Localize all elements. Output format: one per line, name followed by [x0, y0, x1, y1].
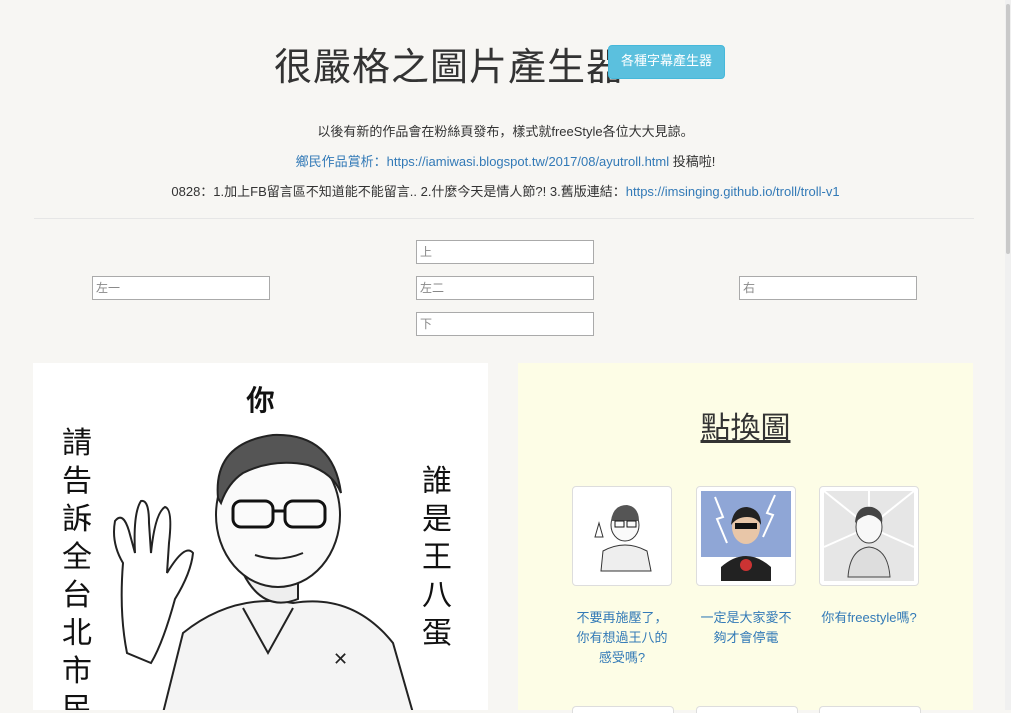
showcase-suffix: 投稿啦!: [669, 154, 716, 169]
old-version-link[interactable]: https://imsinging.github.io/troll/troll-…: [626, 184, 840, 199]
caption-left1-input[interactable]: [92, 276, 270, 300]
caption-bottom-input[interactable]: [416, 312, 594, 336]
thumb-image-3[interactable]: [819, 486, 919, 586]
changelog-line: 0828：1.加上FB留言區不知道能不能留言.. 2.什麼今天是情人節?! 3.…: [0, 181, 1011, 200]
template-picker-panel: 點換圖 不要再施壓了，你有想過王八的感受嗎? 一定是大家愛不夠才會停電 你有fr…: [518, 363, 973, 713]
page-title: 很嚴格之圖片產生器: [274, 45, 626, 89]
changelog-text: 0828：1.加上FB留言區不知道能不能留言.. 2.什麼今天是情人節?! 3.…: [171, 184, 626, 199]
panel-title: 點換圖: [700, 411, 791, 446]
showcase-link[interactable]: 鄉民作品賞析：https://iamiwasi.blogspot.tw/2017…: [296, 154, 670, 169]
thumb-caption-2[interactable]: 一定是大家愛不夠才會停電: [696, 608, 796, 648]
notice-text: 以後有新的作品會在粉絲頁發布，樣式就freeStyle各位大大見諒。: [317, 124, 694, 139]
meme-right-caption: 誰是王八蛋: [422, 464, 452, 651]
header: 很嚴格之圖片產生器 各種字幕產生器: [0, 36, 1011, 89]
showcase-line: 鄉民作品賞析：https://iamiwasi.blogspot.tw/2017…: [0, 151, 1011, 170]
caption-right-input[interactable]: [739, 276, 917, 300]
svg-text:✕: ✕: [333, 649, 348, 670]
caption-left2-input[interactable]: [416, 276, 594, 300]
meme-top-caption: 你: [246, 384, 275, 417]
portrait-sketch: ✕: [113, 433, 414, 710]
meme-left-caption: 請告訴全台北市民: [62, 426, 92, 710]
thumb-card-2: 一定是大家愛不夠才會停電: [696, 486, 796, 648]
thumb-caption-3[interactable]: 你有freestyle嗎?: [819, 608, 919, 628]
thumb-image-1[interactable]: [572, 486, 672, 586]
thumb-card-1: 不要再施壓了，你有想過王八的感受嗎?: [572, 486, 672, 668]
thumb-card-3: 你有freestyle嗎?: [819, 486, 919, 628]
thumb-image-2[interactable]: [696, 486, 796, 586]
meme-canvas: ✕ 你 請告訴全台北市民 誰是王八蛋: [33, 363, 488, 710]
divider: [34, 218, 974, 219]
caption-top-input[interactable]: [416, 240, 594, 264]
page-scrollbar[interactable]: [1005, 0, 1011, 710]
thumb-caption-1[interactable]: 不要再施壓了，你有想過王八的感受嗎?: [572, 608, 672, 668]
subtitle-generator-button[interactable]: 各種字幕產生器: [608, 45, 726, 79]
